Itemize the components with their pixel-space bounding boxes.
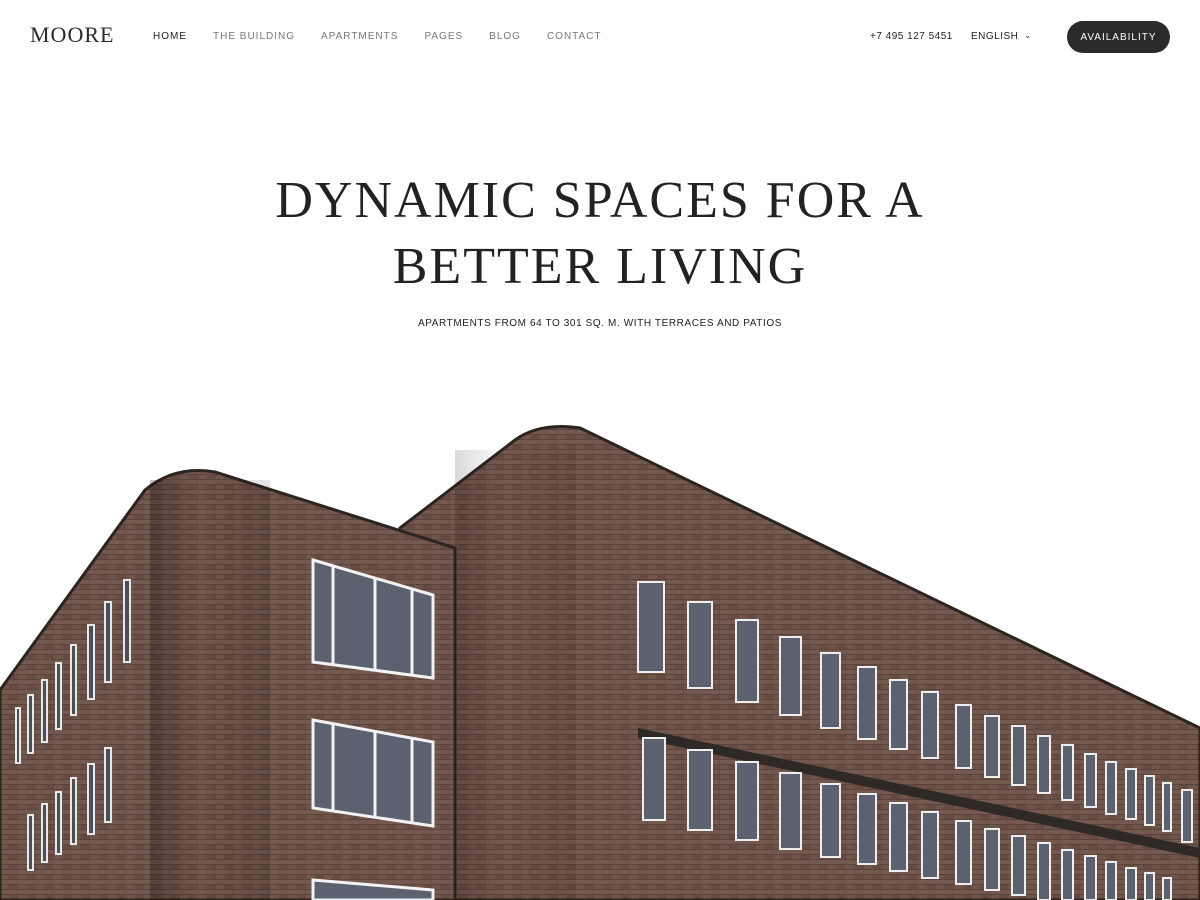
- main-nav: HOME THE BUILDING APARTMENTS PAGES BLOG …: [153, 31, 602, 42]
- hero-title-line-1: DYNAMIC SPACES FOR A: [275, 172, 925, 229]
- nav-item-apartments[interactable]: APARTMENTS: [321, 31, 398, 42]
- nav-item-pages[interactable]: PAGES: [424, 31, 463, 42]
- building-illustration: [0, 425, 1200, 900]
- language-selector[interactable]: ENGLISH ⌄: [971, 31, 1032, 42]
- language-label: ENGLISH: [971, 31, 1019, 42]
- availability-button[interactable]: AVAILABILITY: [1067, 21, 1170, 53]
- nav-item-contact[interactable]: CONTACT: [547, 31, 602, 42]
- nav-item-the-building[interactable]: THE BUILDING: [213, 31, 295, 42]
- nav-item-blog[interactable]: BLOG: [489, 31, 521, 42]
- chevron-down-icon: ⌄: [1024, 31, 1032, 40]
- hero-title-line-2: BETTER LIVING: [392, 238, 808, 295]
- site-header: MOORE HOME THE BUILDING APARTMENTS PAGES…: [0, 0, 1200, 74]
- hero-title: DYNAMIC SPACES FOR A BETTER LIVING: [200, 168, 1000, 300]
- phone-link[interactable]: +7 495 127 5451: [870, 31, 953, 42]
- hero-subtitle: APARTMENTS FROM 64 TO 301 SQ. M. WITH TE…: [417, 318, 783, 329]
- nav-item-home[interactable]: HOME: [153, 31, 187, 42]
- logo[interactable]: MOORE: [30, 22, 114, 48]
